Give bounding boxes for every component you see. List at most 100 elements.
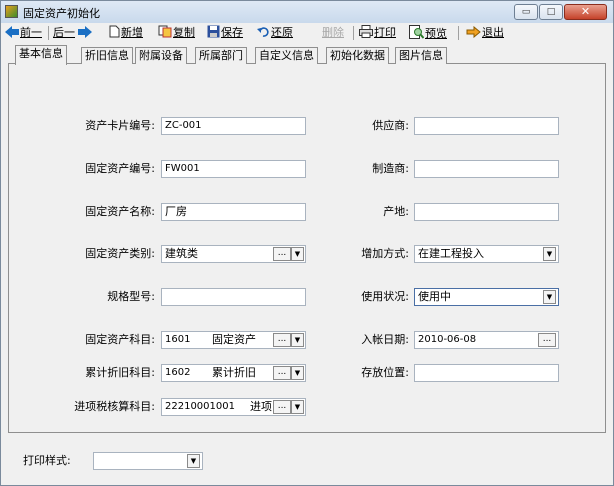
delete-button[interactable]: 删除 [322,25,344,41]
print-button[interactable]: 打印 [359,25,396,41]
chevron-down-icon: ▼ [294,336,301,344]
next-button[interactable]: 后一 [53,25,93,41]
add-method-value: 在建工程投入 [418,247,484,260]
new-label: 新增 [121,26,143,39]
app-icon [5,5,18,18]
chevron-down-icon: ▼ [294,403,301,411]
entry-date-value: 2010-06-08 [418,334,477,345]
tab-init-data[interactable]: 初始化数据 [326,47,389,64]
minimize-icon: ▭ [521,7,531,17]
asset-category-browse-button[interactable]: ... [273,247,291,261]
arrow-left-icon [5,26,19,43]
chevron-down-icon: ▼ [546,250,553,258]
origin-input[interactable] [414,203,559,221]
arrow-right-icon [78,26,92,43]
tab-picture-info[interactable]: 图片信息 [395,47,447,64]
new-document-icon [109,25,120,43]
usage-status-select[interactable]: 使用中 [414,288,559,306]
toolbar-separator [458,26,459,40]
next-label: 后一 [53,26,75,39]
input-tax-account-desc: 进项 [250,400,272,413]
input-tax-account-label: 进项税核算科目: [74,400,155,413]
chevron-down-icon: ▼ [190,457,197,465]
input-tax-account-browse-button[interactable]: ... [273,400,291,414]
depr-account-desc: 累计折旧 [212,366,256,379]
add-method-dropdown-button[interactable]: ▼ [543,247,556,261]
exit-label: 退出 [482,26,504,39]
manufacturer-label: 制造商: [372,162,409,175]
card-no-input[interactable]: ZC-001 [161,117,306,135]
card-no-label: 资产卡片编号: [85,119,155,132]
prev-button[interactable]: 前一 [5,25,42,41]
depr-account-label: 累计折旧科目: [85,366,155,379]
preview-button[interactable]: 预览 [409,25,447,41]
asset-name-input[interactable]: 厂房 [161,203,306,221]
add-method-label: 增加方式: [361,247,409,260]
depr-account-dropdown-button[interactable]: ▼ [291,366,304,380]
restore-button[interactable]: 还原 [257,25,293,41]
manufacturer-input[interactable] [414,160,559,178]
tab-depreciation-info[interactable]: 折旧信息 [81,47,133,64]
prev-label: 前一 [20,26,42,39]
supplier-input[interactable] [414,117,559,135]
delete-label: 删除 [322,26,344,39]
preview-label: 预览 [425,27,447,40]
add-method-select[interactable]: 在建工程投入 [414,245,559,263]
preview-icon [409,25,425,44]
save-label: 保存 [221,26,243,39]
depr-account-browse-button[interactable]: ... [273,366,291,380]
restore-label: 还原 [271,26,293,39]
tab-custom-info[interactable]: 自定义信息 [255,47,318,64]
printer-icon [359,25,373,43]
tab-attached-equipment[interactable]: 附属设备 [135,47,187,64]
asset-account-browse-button[interactable]: ... [273,333,291,347]
chevron-down-icon: ▼ [294,369,301,377]
app-window: 固定资产初始化 ▭ □ ✕ 前一 后一 新增 复制 保存 还原 删除 打印 预览… [0,0,614,486]
copy-icon [158,25,172,43]
input-tax-account-dropdown-button[interactable]: ▼ [291,400,304,414]
asset-account-label: 固定资产科目: [85,333,155,346]
asset-category-label: 固定资产类别: [85,247,155,260]
maximize-icon: □ [546,7,556,17]
asset-category-value: 建筑类 [165,247,198,260]
location-input[interactable] [414,364,559,382]
toolbar: 前一 后一 新增 复制 保存 还原 删除 打印 预览 退出 [3,23,613,43]
toolbar-separator [48,26,49,40]
print-style-dropdown-button[interactable]: ▼ [187,454,200,468]
close-icon: ✕ [580,5,591,18]
asset-account-dropdown-button[interactable]: ▼ [291,333,304,347]
undo-icon [257,26,270,43]
copy-label: 复制 [173,26,195,39]
usage-status-dropdown-button[interactable]: ▼ [543,290,556,304]
maximize-button[interactable]: □ [539,4,563,20]
toolbar-separator [353,26,354,40]
print-style-label: 打印样式: [23,454,71,467]
origin-label: 产地: [383,205,409,218]
minimize-button[interactable]: ▭ [514,4,538,20]
asset-name-label: 固定资产名称: [85,205,155,218]
asset-no-input[interactable]: FW001 [161,160,306,178]
window-title: 固定资产初始化 [23,7,100,20]
copy-button[interactable]: 复制 [158,25,195,41]
chevron-down-icon: ▼ [546,293,553,301]
supplier-label: 供应商: [372,119,409,132]
exit-button[interactable]: 退出 [466,25,504,41]
tab-basic-info[interactable]: 基本信息 [15,45,67,65]
title-bar: 固定资产初始化 ▭ □ ✕ [1,1,613,23]
asset-account-desc: 固定资产 [212,333,256,346]
tab-department[interactable]: 所属部门 [195,47,247,64]
spec-model-input[interactable] [161,288,306,306]
spec-model-label: 规格型号: [107,290,155,303]
save-button[interactable]: 保存 [207,25,243,41]
exit-icon [466,25,481,43]
new-button[interactable]: 新增 [109,25,143,41]
entry-date-picker-button[interactable]: ... [538,333,556,347]
entry-date-label: 入帐日期: [361,333,409,346]
print-label: 打印 [374,26,396,39]
close-button[interactable]: ✕ [564,4,607,20]
depr-account-code: 1602 [165,367,191,378]
input-tax-account-code: 22210001001 [165,401,235,412]
asset-category-dropdown-button[interactable]: ▼ [291,247,304,261]
floppy-disk-icon [207,25,220,43]
location-label: 存放位置: [361,366,409,379]
